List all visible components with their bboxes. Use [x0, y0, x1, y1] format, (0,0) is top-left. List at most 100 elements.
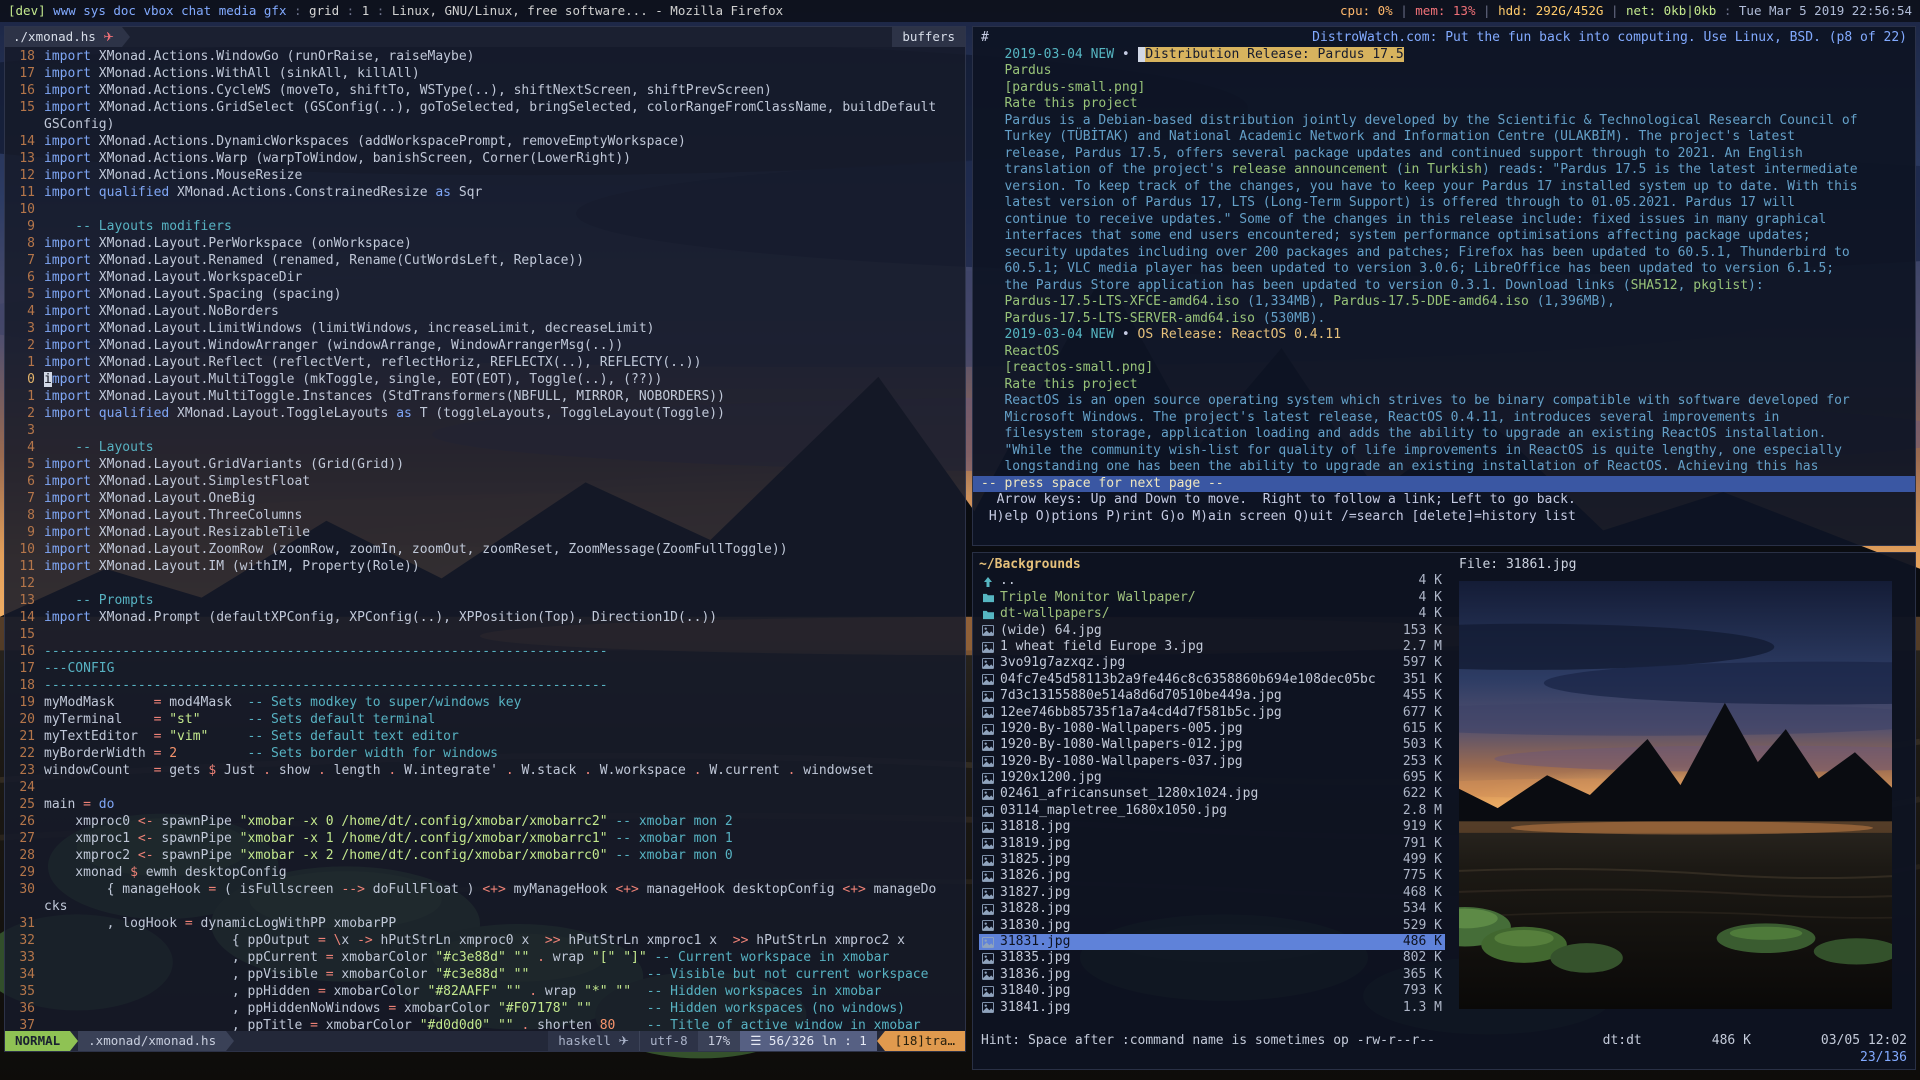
- line-number: 7: [7, 252, 44, 269]
- file-row[interactable]: 31831.jpg486 K: [979, 934, 1445, 950]
- link[interactable]: Pardus: [981, 63, 1051, 78]
- file-size: 153 K: [1388, 623, 1442, 639]
- file-size: 615 K: [1388, 721, 1442, 737]
- file-row[interactable]: 31818.jpg919 K: [979, 819, 1445, 835]
- browser-text-line: ReactOS is an open source operating syst…: [981, 393, 1907, 410]
- file-row[interactable]: 3vo91g7azxqz.jpg597 K: [979, 655, 1445, 671]
- file-row[interactable]: 1 wheat field Europe 3.jpg2.7 M: [979, 639, 1445, 655]
- file-size: 503 K: [1388, 737, 1442, 753]
- file-manager-window[interactable]: ~/Backgrounds ..4 KTriple Monitor Wallpa…: [972, 552, 1916, 1070]
- powerline-separator-icon: [226, 1031, 234, 1051]
- vifm-statusbar: Hint: Space after :command name is somet…: [981, 1033, 1907, 1049]
- code-line: 17import XMonad.Actions.WithAll (sinkAll…: [7, 65, 965, 82]
- file-row[interactable]: 04fc7e45d58113b2a9fe446c8c6358860b694e10…: [979, 672, 1445, 688]
- image-file-icon: [982, 871, 1000, 882]
- link[interactable]: Pardus-17.5-LTS-SERVER-amd64.iso: [981, 311, 1255, 326]
- link[interactable]: [reactos-small.png]: [981, 360, 1153, 375]
- file-row[interactable]: 31827.jpg468 K: [979, 885, 1445, 901]
- code-line: 4import XMonad.Layout.NoBorders: [7, 303, 965, 320]
- file-row[interactable]: 31841.jpg1.3 M: [979, 1000, 1445, 1016]
- file-name: 03114_mapletree_1680x1050.jpg: [1000, 803, 1388, 819]
- line-number: 19: [7, 694, 44, 711]
- code-line: 17---CONFIG: [7, 660, 965, 677]
- file-row[interactable]: (wide) 64.jpg153 K: [979, 623, 1445, 639]
- file-row[interactable]: ..4 K: [979, 573, 1445, 589]
- file-row[interactable]: 31835.jpg802 K: [979, 950, 1445, 966]
- vim-tab-xmonad-hs[interactable]: ./xmonad.hs ✈: [5, 27, 122, 47]
- workspace-list[interactable]: www sys doc vbox chat media gfx: [53, 0, 286, 22]
- scroll-percent: 17%: [698, 1031, 741, 1051]
- link[interactable]: Pardus-17.5-LTS-XFCE-amd64.iso: [981, 294, 1239, 309]
- file-size: 534 K: [1388, 901, 1442, 917]
- pager-bar[interactable]: -- press space for next page --: [973, 476, 1915, 493]
- code-line: 3: [7, 422, 965, 439]
- browser-text-line: "While the community wish-list for quali…: [981, 443, 1907, 460]
- file-row[interactable]: 03114_mapletree_1680x1050.jpg2.8 M: [979, 803, 1445, 819]
- file-row[interactable]: 02461_africansunset_1280x1024.jpg622 K: [979, 786, 1445, 802]
- link[interactable]: [pardus-small.png]: [981, 80, 1145, 95]
- image-file-icon: [982, 937, 1000, 948]
- link[interactable]: in Turkish: [1404, 162, 1482, 177]
- image-file-icon: [982, 773, 1000, 784]
- file-row[interactable]: 1920x1200.jpg695 K: [979, 770, 1445, 786]
- file-name: 1920x1200.jpg: [1000, 770, 1388, 786]
- vim-window[interactable]: ./xmonad.hs ✈ buffers 18import XMonad.Ac…: [4, 26, 966, 1052]
- workspace-current[interactable]: [dev]: [8, 0, 46, 22]
- file-row[interactable]: 31840.jpg793 K: [979, 983, 1445, 999]
- link[interactable]: SHA512: [1631, 278, 1678, 293]
- folder-icon: [982, 592, 1000, 603]
- line-number: 9: [7, 218, 44, 235]
- file-row[interactable]: 1920-By-1080-Wallpapers-037.jpg253 K: [979, 754, 1445, 770]
- file-row[interactable]: 1920-By-1080-Wallpapers-005.jpg615 K: [979, 721, 1445, 737]
- line-number: 36: [7, 1000, 44, 1017]
- browser-text-line: longstanding one has been the ability to…: [981, 459, 1907, 476]
- link[interactable]: Rate this project: [981, 377, 1138, 392]
- image-file-icon: [982, 724, 1000, 735]
- link[interactable]: ReactOS: [981, 344, 1059, 359]
- code-line: 9import XMonad.Layout.ResizableTile: [7, 524, 965, 541]
- window-count: 1: [362, 0, 370, 22]
- xmobar-left: [dev] www sys doc vbox chat media gfx : …: [8, 0, 783, 22]
- file-list-pane[interactable]: ~/Backgrounds ..4 KTriple Monitor Wallpa…: [979, 557, 1445, 1029]
- file-row[interactable]: Triple Monitor Wallpaper/4 K: [979, 590, 1445, 606]
- browser-window[interactable]: # DistroWatch.com: Put the fun back into…: [972, 26, 1916, 546]
- file-row[interactable]: dt-wallpapers/4 K: [979, 606, 1445, 622]
- image-file-icon: [982, 855, 1000, 866]
- file-row[interactable]: 7d3c13155880e514a8d6d70510be449a.jpg455 …: [979, 688, 1445, 704]
- link[interactable]: Pardus-17.5-DDE-amd64.iso: [1333, 294, 1529, 309]
- browser-text-line: release, Pardus 17.5, offers several pac…: [981, 146, 1907, 163]
- vim-buffer[interactable]: 18import XMonad.Actions.WindowGo (runOrR…: [5, 47, 965, 1034]
- browser-text-line: 60.5.1; VLC media player has been update…: [981, 261, 1907, 278]
- line-number: 22: [7, 745, 44, 762]
- image-file-icon: [982, 642, 1000, 653]
- browser-text-line: [reactos-small.png]: [981, 360, 1907, 377]
- browser-text-line: Rate this project: [981, 377, 1907, 394]
- file-row[interactable]: 31836.jpg365 K: [979, 967, 1445, 983]
- file-name: 31831.jpg: [1000, 934, 1388, 950]
- code-line: 7import XMonad.Layout.OneBig: [7, 490, 965, 507]
- page-title: DistroWatch.com: Put the fun back into c…: [1312, 30, 1907, 47]
- line-number: 23: [7, 762, 44, 779]
- line-number: 1: [7, 388, 44, 405]
- code-line: 33 , ppCurrent = xmobarColor "#c3e88d" "…: [7, 949, 965, 966]
- file-row[interactable]: 31826.jpg775 K: [979, 868, 1445, 884]
- file-row[interactable]: 1920-By-1080-Wallpapers-012.jpg503 K: [979, 737, 1445, 753]
- separator: :: [1716, 0, 1739, 22]
- file-row[interactable]: 31825.jpg499 K: [979, 852, 1445, 868]
- code-line: 15: [7, 626, 965, 643]
- code-line: 6import XMonad.Layout.SimplestFloat: [7, 473, 965, 490]
- link[interactable]: Distribution Release: Pardus 17.5: [1145, 47, 1403, 62]
- file-row[interactable]: 12ee746bb85735f1a7a4cd4d7f581b5c.jpg677 …: [979, 705, 1445, 721]
- file-row[interactable]: 31819.jpg791 K: [979, 836, 1445, 852]
- hint-message: Hint: Space after :command name is somet…: [981, 1033, 1357, 1049]
- file-row[interactable]: 31830.jpg529 K: [979, 918, 1445, 934]
- link[interactable]: pkglist: [1693, 278, 1748, 293]
- link[interactable]: release announcement: [1231, 162, 1388, 177]
- layout-indicator[interactable]: grid: [309, 0, 339, 22]
- link[interactable]: Rate this project: [981, 96, 1138, 111]
- file-list[interactable]: ..4 KTriple Monitor Wallpaper/4 Kdt-wall…: [979, 573, 1445, 1016]
- file-row[interactable]: 31828.jpg534 K: [979, 901, 1445, 917]
- vim-status-filename: .xmonad/xmonad.hs: [78, 1031, 226, 1051]
- code-line: 29 xmonad $ ewmh desktopConfig: [7, 864, 965, 881]
- whitespace-warning: [18]tra…: [885, 1031, 965, 1051]
